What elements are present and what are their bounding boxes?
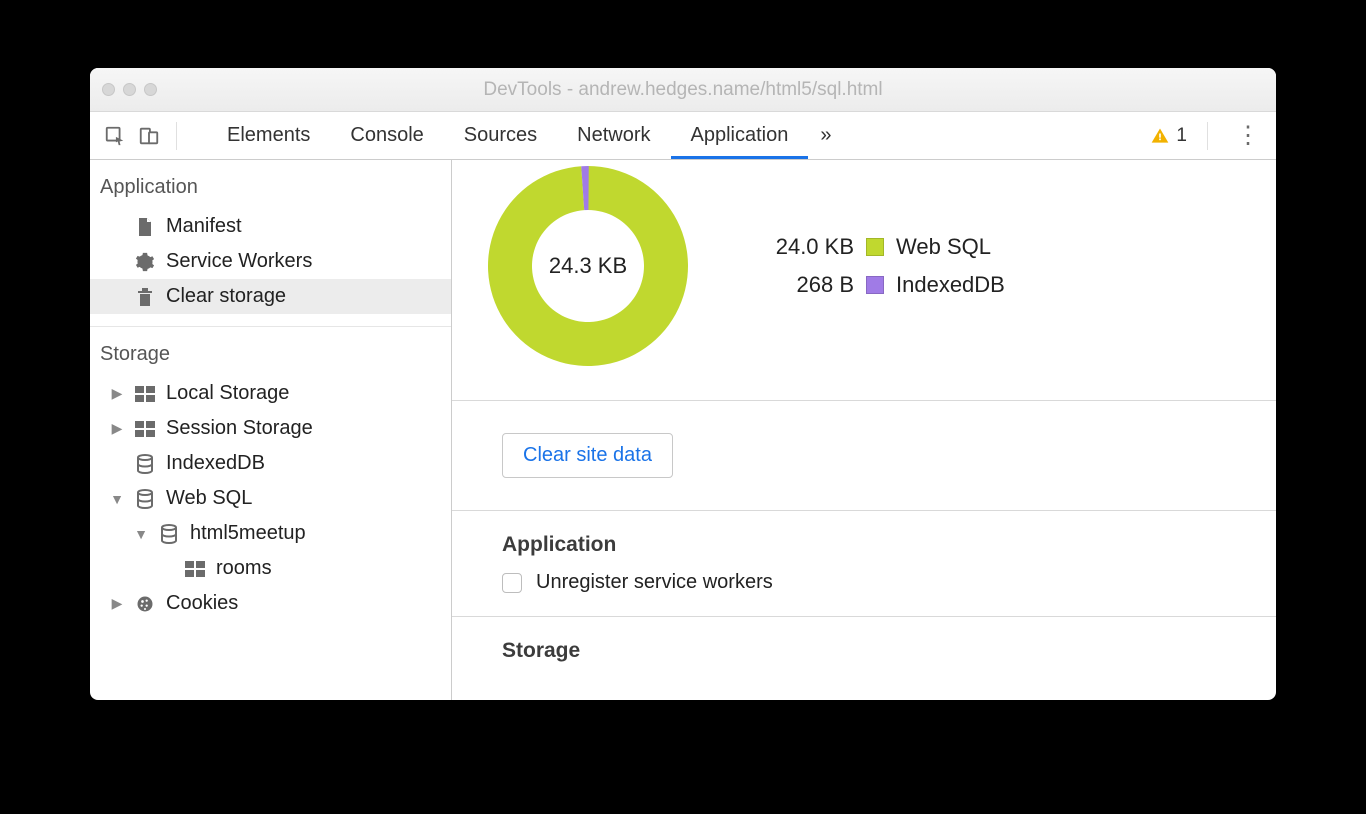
tab-label: Network	[577, 124, 650, 147]
cookie-icon	[134, 593, 156, 615]
table-icon	[134, 383, 156, 405]
main: Application ▶ Manifest ▶ Service Workers…	[90, 160, 1276, 700]
tab-label: Elements	[227, 124, 310, 147]
toolbar-tabs: Elements Console Sources Network Applica…	[207, 112, 843, 159]
sidebar-item-label: Manifest	[166, 215, 242, 238]
sidebar-item-label: IndexedDB	[166, 452, 265, 475]
warning-icon	[1150, 126, 1170, 146]
sidebar-item-indexeddb[interactable]: ▶ IndexedDB	[90, 446, 451, 481]
close-window-button[interactable]	[102, 83, 115, 96]
sidebar-item-label: Local Storage	[166, 382, 289, 405]
legend-label: Web SQL	[896, 234, 991, 260]
chevron-right-icon: ▶	[110, 595, 124, 612]
window-title: DevTools - andrew.hedges.name/html5/sql.…	[90, 79, 1276, 101]
sidebar-item-web-sql-db-html5meetup[interactable]: ▼ html5meetup	[90, 516, 451, 551]
tabs-overflow-button[interactable]: »	[808, 112, 843, 159]
content-section-application: Application	[452, 511, 1276, 571]
database-icon	[134, 488, 156, 510]
legend-value: 24.0 KB	[764, 234, 854, 260]
storage-pie: 24.3 KB	[482, 160, 694, 372]
database-icon	[134, 453, 156, 475]
chevron-double-right-icon: »	[820, 124, 831, 147]
sidebar-item-cookies[interactable]: ▶ Cookies	[90, 586, 451, 621]
toolbar-separator	[1207, 122, 1208, 150]
sidebar-item-label: Cookies	[166, 592, 238, 615]
tab-sources[interactable]: Sources	[444, 112, 557, 159]
tab-network[interactable]: Network	[557, 112, 670, 159]
kebab-icon: ⋮	[1236, 122, 1260, 149]
sidebar-item-label: rooms	[216, 557, 272, 580]
sidebar-item-label: Service Workers	[166, 250, 312, 273]
sidebar-item-local-storage[interactable]: ▶ Local Storage	[90, 376, 451, 411]
tab-console[interactable]: Console	[330, 112, 443, 159]
unregister-sw-checkbox[interactable]	[502, 573, 522, 593]
sidebar-item-label: Web SQL	[166, 487, 252, 510]
table-icon	[184, 558, 206, 580]
content: 24.3 KB 24.0 KB Web SQL 268 B IndexedDB	[452, 160, 1276, 700]
legend-swatch	[866, 238, 884, 256]
toolbar-right: 1 ⋮	[1150, 121, 1268, 150]
more-menu-button[interactable]: ⋮	[1228, 121, 1268, 150]
toolbar: Elements Console Sources Network Applica…	[90, 112, 1276, 160]
storage-usage-chart: 24.3 KB 24.0 KB Web SQL 268 B IndexedDB	[452, 160, 1276, 400]
chevron-right-icon: ▶	[110, 385, 124, 402]
unregister-sw-row[interactable]: Unregister service workers	[452, 571, 1276, 616]
sidebar-item-label: Session Storage	[166, 417, 313, 440]
legend-label: IndexedDB	[896, 272, 1005, 298]
sidebar-section-application: Application	[90, 160, 451, 209]
minimize-window-button[interactable]	[123, 83, 136, 96]
document-icon	[134, 216, 156, 238]
database-icon	[158, 523, 180, 545]
devtools-window: DevTools - andrew.hedges.name/html5/sql.…	[90, 68, 1276, 700]
legend-row-indexeddb: 268 B IndexedDB	[764, 272, 1005, 298]
titlebar: DevTools - andrew.hedges.name/html5/sql.…	[90, 68, 1276, 112]
sidebar-item-clear-storage[interactable]: ▶ Clear storage	[90, 279, 451, 314]
tab-label: Sources	[464, 124, 537, 147]
pie-center-label: 24.3 KB	[549, 253, 627, 279]
warning-count: 1	[1176, 125, 1187, 147]
clear-site-data-button[interactable]: Clear site data	[502, 433, 673, 478]
warnings-indicator[interactable]: 1	[1150, 125, 1187, 147]
sidebar-section-storage: Storage	[90, 327, 451, 376]
chevron-right-icon: ▶	[110, 420, 124, 437]
chevron-down-icon: ▼	[110, 491, 124, 507]
content-section-storage: Storage	[452, 617, 1276, 677]
chevron-down-icon: ▼	[134, 526, 148, 542]
table-icon	[134, 418, 156, 440]
sidebar-item-web-sql-table-rooms[interactable]: ▶ rooms	[90, 551, 451, 586]
sidebar-item-service-workers[interactable]: ▶ Service Workers	[90, 244, 451, 279]
legend-row-web-sql: 24.0 KB Web SQL	[764, 234, 1005, 260]
sidebar-item-label: html5meetup	[190, 522, 306, 545]
window-controls	[102, 83, 157, 96]
sidebar-item-label: Clear storage	[166, 285, 286, 308]
clear-site-data-row: Clear site data	[452, 401, 1276, 510]
legend-value: 268 B	[764, 272, 854, 298]
gear-icon	[134, 251, 156, 273]
sidebar: Application ▶ Manifest ▶ Service Workers…	[90, 160, 452, 700]
sidebar-item-web-sql[interactable]: ▼ Web SQL	[90, 481, 451, 516]
device-toggle-icon[interactable]	[136, 123, 162, 149]
legend-swatch	[866, 276, 884, 294]
sidebar-item-manifest[interactable]: ▶ Manifest	[90, 209, 451, 244]
checkbox-label: Unregister service workers	[536, 571, 773, 594]
tab-application[interactable]: Application	[671, 112, 809, 159]
inspect-element-icon[interactable]	[102, 123, 128, 149]
tab-label: Application	[691, 124, 789, 147]
storage-legend: 24.0 KB Web SQL 268 B IndexedDB	[764, 234, 1005, 298]
button-label: Clear site data	[523, 444, 652, 466]
sidebar-item-session-storage[interactable]: ▶ Session Storage	[90, 411, 451, 446]
toolbar-separator	[176, 122, 177, 150]
zoom-window-button[interactable]	[144, 83, 157, 96]
tab-elements[interactable]: Elements	[207, 112, 330, 159]
trash-icon	[134, 286, 156, 308]
tab-label: Console	[350, 124, 423, 147]
